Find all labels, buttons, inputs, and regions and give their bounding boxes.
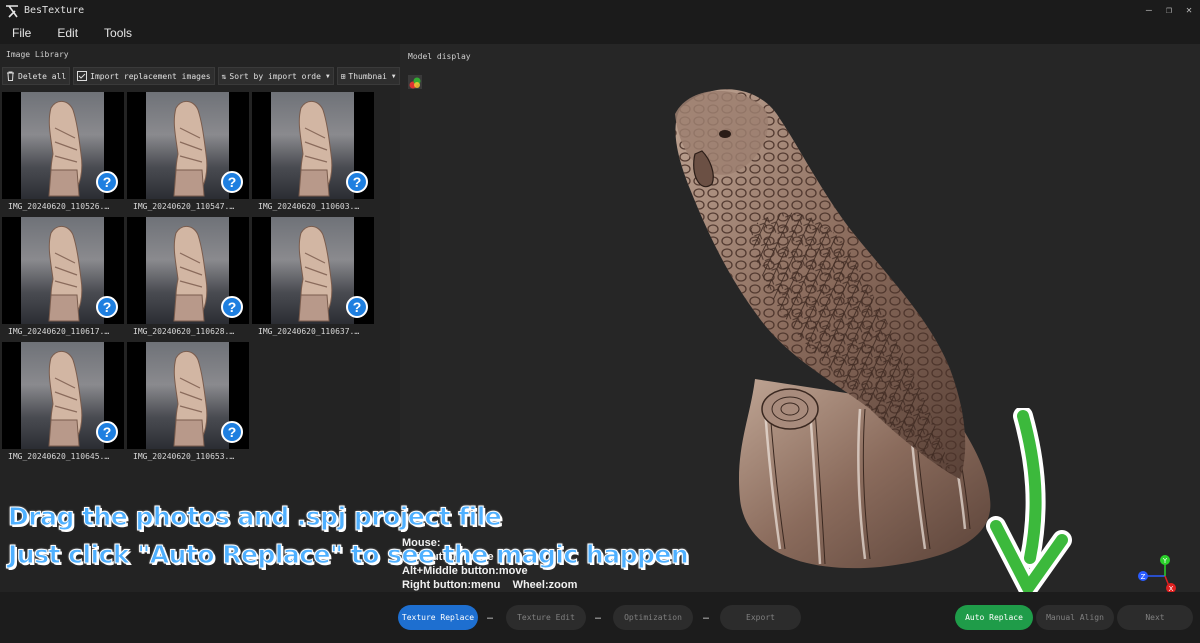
texture-edit-step[interactable]: Texture Edit (506, 605, 586, 630)
axis-y-label: Y (1162, 557, 1168, 565)
axis-z-label: Z (1141, 573, 1146, 581)
thumbnail-item[interactable]: ? IMG_20240620_110628.… (127, 217, 249, 341)
thumbnail-item[interactable]: ? IMG_20240620_110645.… (2, 342, 124, 466)
thumbnail-item[interactable]: ? IMG_20240620_110653.… (127, 342, 249, 466)
app-logo-icon (4, 3, 20, 19)
title-bar: BesTexture — ❐ ✕ (0, 0, 1200, 21)
thumbnail-label: IMG_20240620_110628.… (133, 327, 235, 336)
thumbnail-label: IMG_20240620_110603.… (258, 202, 360, 211)
app-title: BesTexture (24, 5, 85, 16)
minimize-button[interactable]: — (1146, 5, 1152, 16)
bird-carving-photo (168, 348, 210, 448)
question-badge-icon[interactable]: ? (221, 296, 243, 318)
color-mode-icon[interactable] (408, 75, 422, 89)
auto-replace-button[interactable]: Auto Replace (955, 605, 1033, 630)
question-badge-icon[interactable]: ? (346, 296, 368, 318)
thumbnail-label: IMG_20240620_110637.… (258, 327, 360, 336)
photo-preview (21, 342, 104, 449)
sort-label: Sort by import orde (229, 71, 321, 81)
menu-bar: File Edit Tools (0, 21, 1200, 44)
step-separator: … (703, 611, 710, 622)
bird-carving-photo (43, 348, 85, 448)
next-button[interactable]: Next (1117, 605, 1193, 630)
mouse-help-line: Right button:menu Wheel:zoom (402, 579, 578, 591)
bird-carving-model[interactable] (650, 79, 1010, 579)
thumbnail-image[interactable]: ? (252, 217, 374, 324)
thumbnail-label: IMG_20240620_110526.… (8, 202, 110, 211)
texture-replace-step[interactable]: Texture Replace (398, 605, 478, 630)
thumbnail-label: IMG_20240620_110645.… (8, 452, 110, 461)
thumbnail-label: IMG_20240620_110653.… (133, 452, 235, 461)
bird-carving-photo (168, 223, 210, 323)
thumbnail-item[interactable]: ? IMG_20240620_110547.… (127, 92, 249, 216)
thumbnail-image[interactable]: ? (2, 217, 124, 324)
import-images-button[interactable]: Import replacement images (73, 67, 215, 85)
thumbnail-image[interactable]: ? (127, 92, 249, 199)
step-separator: … (595, 611, 602, 622)
optimization-step[interactable]: Optimization (613, 605, 693, 630)
delete-all-label: Delete all (18, 71, 67, 81)
question-badge-icon[interactable]: ? (96, 296, 118, 318)
chevron-down-icon: ▼ (325, 72, 330, 80)
chevron-down-icon: ▼ (391, 72, 396, 80)
photo-preview (21, 217, 104, 324)
step-separator: … (487, 611, 494, 622)
export-step[interactable]: Export (720, 605, 801, 630)
thumbnail-label: IMG_20240620_110547.… (133, 202, 235, 211)
overlay-caption-2: Just click "Auto Replace" to see the mag… (7, 540, 689, 570)
photo-preview (146, 92, 229, 199)
thumbnail-item[interactable]: ? IMG_20240620_110617.… (2, 217, 124, 341)
model-display-panel: Model display Mouse: Left button:rotate … (400, 44, 1200, 593)
menu-tools[interactable]: Tools (104, 26, 132, 40)
menu-file[interactable]: File (12, 26, 31, 40)
photo-preview (271, 92, 354, 199)
bird-carving-photo (168, 98, 210, 198)
delete-all-button[interactable]: Delete all (2, 67, 71, 85)
thumbnail-image[interactable]: ? (127, 342, 249, 449)
import-icon (77, 71, 88, 81)
photo-preview (146, 342, 229, 449)
image-library-title: Image Library (6, 50, 69, 59)
question-badge-icon[interactable]: ? (221, 171, 243, 193)
question-badge-icon[interactable]: ? (221, 421, 243, 443)
thumbnail-image[interactable]: ? (2, 92, 124, 199)
grid-icon: ⊞ (340, 71, 346, 81)
thumbnail-image[interactable]: ? (127, 217, 249, 324)
thumbnail-item[interactable]: ? IMG_20240620_110603.… (252, 92, 374, 216)
question-badge-icon[interactable]: ? (96, 171, 118, 193)
thumbnail-item[interactable]: ? IMG_20240620_110637.… (252, 217, 374, 341)
manual-align-button[interactable]: Manual Align (1036, 605, 1114, 630)
photo-preview (146, 217, 229, 324)
question-badge-icon[interactable]: ? (96, 421, 118, 443)
view-mode-label: Thumbnai (348, 71, 387, 81)
thumbnail-item[interactable]: ? IMG_20240620_110526.… (2, 92, 124, 216)
question-badge-icon[interactable]: ? (346, 171, 368, 193)
green-arrow-icon (986, 408, 1072, 598)
axis-gizmo: Z Y X (1138, 555, 1176, 593)
bottom-bar: Texture Replace … Texture Edit … Optimiz… (0, 592, 1200, 643)
close-button[interactable]: ✕ (1186, 5, 1192, 16)
overlay-caption-1: Drag the photos and .spj project file (7, 502, 502, 532)
trash-icon (7, 71, 14, 81)
bird-carving-photo (293, 223, 335, 323)
photo-preview (271, 217, 354, 324)
import-images-label: Import replacement images (90, 71, 211, 81)
sort-dropdown[interactable]: ⇅ Sort by import orde ▼ (217, 67, 334, 85)
thumbnail-image[interactable]: ? (2, 342, 124, 449)
sort-icon: ⇅ (221, 71, 227, 81)
restore-button[interactable]: ❐ (1166, 5, 1172, 16)
menu-edit[interactable]: Edit (57, 26, 78, 40)
bird-carving-photo (43, 223, 85, 323)
view-mode-dropdown[interactable]: ⊞ Thumbnai ▼ (336, 67, 400, 85)
photo-preview (21, 92, 104, 199)
bird-carving-photo (43, 98, 85, 198)
bird-carving-photo (293, 98, 335, 198)
model-display-title: Model display (408, 52, 471, 61)
thumbnail-image[interactable]: ? (252, 92, 374, 199)
image-library-toolbar: Delete all Import replacement images ⇅ S… (0, 67, 400, 89)
thumbnail-label: IMG_20240620_110617.… (8, 327, 110, 336)
